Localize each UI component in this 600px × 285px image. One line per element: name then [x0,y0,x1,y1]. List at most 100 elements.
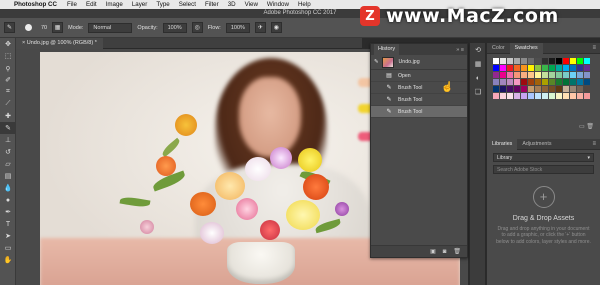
brush-panel-icon[interactable]: ▦ [52,22,64,33]
color-swatch[interactable] [507,93,513,99]
color-swatch[interactable] [584,86,590,92]
color-swatch[interactable] [528,65,534,71]
color-swatch[interactable] [528,93,534,99]
adjustments-panel-icon[interactable]: ◐ [470,71,486,85]
layers-panel-icon[interactable]: ❑ [470,85,486,99]
color-swatch[interactable] [500,79,506,85]
color-swatch[interactable] [507,65,513,71]
color-swatch[interactable] [542,93,548,99]
menu-window[interactable]: Window [267,1,289,8]
color-swatch[interactable] [577,58,583,64]
color-swatch[interactable] [500,93,506,99]
color-swatch[interactable] [563,58,569,64]
brush-source-icon[interactable]: ✎ [374,59,378,65]
menu-layer[interactable]: Layer [132,1,147,8]
color-swatch[interactable] [493,65,499,71]
menu-filter[interactable]: Filter [205,1,219,8]
color-swatch[interactable] [493,93,499,99]
pen-tool-icon[interactable]: ✒ [0,206,16,218]
color-swatch[interactable] [549,86,555,92]
color-swatch[interactable] [570,65,576,71]
color-swatch[interactable] [563,79,569,85]
airbrush-icon[interactable]: ✈ [254,22,266,33]
menu-3d[interactable]: 3D [228,1,236,8]
color-swatch[interactable] [521,93,527,99]
history-tab[interactable]: History [374,44,400,55]
color-swatch[interactable] [528,58,534,64]
color-swatch[interactable] [577,65,583,71]
color-swatch[interactable] [556,65,562,71]
hand-tool-icon[interactable]: ✋ [0,254,16,266]
swatches-panel-icon[interactable]: ▦ [470,57,486,71]
color-swatch[interactable] [514,79,520,85]
color-swatch[interactable] [542,65,548,71]
marquee-tool-icon[interactable]: ⬚ [0,50,16,62]
color-swatch[interactable] [563,72,569,78]
menu-image[interactable]: Image [106,1,123,8]
history-panel-icon[interactable]: ⟲ [470,43,486,57]
opacity-field[interactable]: 100% [162,22,187,33]
color-swatch[interactable] [535,72,541,78]
brush-tool-icon[interactable]: ✎ [0,122,16,134]
trash-icon[interactable]: 🗑 [453,248,461,255]
color-swatch[interactable] [535,65,541,71]
panel-menu-icon[interactable]: ≡ [592,141,596,147]
history-state[interactable]: ✎ Brush Tool [371,94,467,106]
color-swatch[interactable] [500,58,506,64]
crop-tool-icon[interactable]: ⌗ [0,86,16,98]
color-swatch[interactable] [535,58,541,64]
color-swatch[interactable] [521,65,527,71]
menu-view[interactable]: View [245,1,258,8]
healing-tool-icon[interactable]: ✚ [0,110,16,122]
history-state-selected[interactable]: ✎ Brush Tool [371,106,467,118]
color-swatch[interactable] [549,93,555,99]
tab-swatches[interactable]: Swatches [509,42,543,54]
color-swatch[interactable] [507,79,513,85]
stock-search-input[interactable]: Search Adobe Stock [493,165,594,174]
brush-size-picker[interactable] [20,21,36,35]
color-swatch[interactable] [535,93,541,99]
color-swatch[interactable] [507,72,513,78]
panel-menu-icon[interactable]: ≡ [592,45,596,51]
clone-stamp-tool-icon[interactable]: ⊥ [0,134,16,146]
color-swatch[interactable] [584,93,590,99]
shape-tool-icon[interactable]: ▭ [0,242,16,254]
color-swatch[interactable] [542,86,548,92]
color-swatch[interactable] [521,86,527,92]
color-swatch[interactable] [542,72,548,78]
color-swatch[interactable] [493,72,499,78]
color-swatch[interactable] [549,79,555,85]
color-swatch[interactable] [556,72,562,78]
gradient-tool-icon[interactable]: ▤ [0,170,16,182]
mode-select[interactable]: Normal [88,22,133,33]
tab-adjustments[interactable]: Adjustments [517,139,556,150]
type-tool-icon[interactable]: T [0,218,16,230]
menu-edit[interactable]: Edit [86,1,97,8]
history-snapshot[interactable]: ✎ Undo.jpg [371,55,467,70]
color-swatch[interactable] [549,58,555,64]
quick-select-tool-icon[interactable]: ✐ [0,74,16,86]
add-asset-icon[interactable]: + [532,186,555,208]
color-swatch[interactable] [535,86,541,92]
color-swatch[interactable] [563,65,569,71]
color-swatch[interactable] [528,86,534,92]
new-snapshot-icon[interactable]: ◙ [443,249,447,255]
color-swatch[interactable] [514,86,520,92]
pressure-size-icon[interactable]: ◉ [270,22,282,33]
color-swatch[interactable] [542,58,548,64]
color-swatch[interactable] [577,86,583,92]
path-select-tool-icon[interactable]: ➤ [0,230,16,242]
color-swatch[interactable] [584,58,590,64]
color-swatch[interactable] [528,79,534,85]
color-swatch[interactable] [493,86,499,92]
dodge-tool-icon[interactable]: ● [0,194,16,206]
color-swatch[interactable] [507,58,513,64]
color-swatch[interactable] [570,58,576,64]
color-swatch[interactable] [570,93,576,99]
color-swatch[interactable] [549,65,555,71]
color-swatch[interactable] [584,65,590,71]
panel-collapse-icon[interactable]: » ≡ [456,47,464,53]
color-swatch[interactable] [521,58,527,64]
color-swatch[interactable] [493,79,499,85]
library-select[interactable]: Library ▾ [493,153,594,162]
